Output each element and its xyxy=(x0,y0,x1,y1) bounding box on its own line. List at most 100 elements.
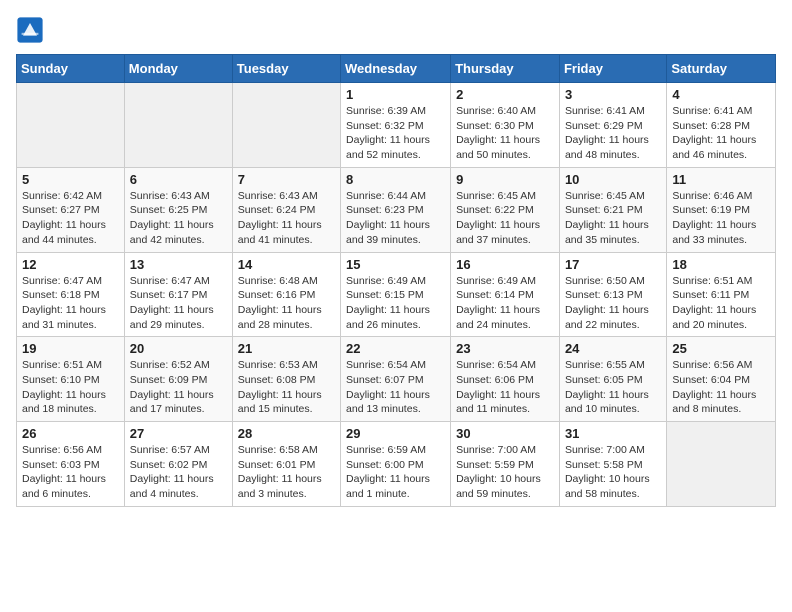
calendar-cell: 4 Sunrise: 6:41 AMSunset: 6:28 PMDaylight… xyxy=(667,83,776,168)
day-number: 18 xyxy=(672,257,770,272)
day-info: Sunrise: 6:40 AMSunset: 6:30 PMDaylight:… xyxy=(456,104,554,163)
weekday-header: Tuesday xyxy=(232,55,340,83)
calendar-cell xyxy=(124,83,232,168)
day-number: 19 xyxy=(22,341,119,356)
day-info: Sunrise: 6:54 AMSunset: 6:07 PMDaylight:… xyxy=(346,358,445,417)
day-info: Sunrise: 6:43 AMSunset: 6:25 PMDaylight:… xyxy=(130,189,227,248)
calendar-cell: 11 Sunrise: 6:46 AMSunset: 6:19 PMDayligh… xyxy=(667,167,776,252)
day-number: 28 xyxy=(238,426,335,441)
day-number: 15 xyxy=(346,257,445,272)
calendar-cell: 31 Sunrise: 7:00 AMSunset: 5:58 PMDayligh… xyxy=(559,422,666,507)
logo-icon xyxy=(16,16,44,44)
calendar-cell: 19Sunrise: 6:51 AMSunset: 6:10 PMDayligh… xyxy=(17,337,125,422)
day-info: Sunrise: 7:00 AMSunset: 5:58 PMDaylight:… xyxy=(565,443,661,502)
day-number: 20 xyxy=(130,341,227,356)
calendar-week-row: 12 Sunrise: 6:47 AMSunset: 6:18 PMDayligh… xyxy=(17,252,776,337)
day-number: 29 xyxy=(346,426,445,441)
calendar-week-row: 5 Sunrise: 6:42 AMSunset: 6:27 PMDaylight… xyxy=(17,167,776,252)
day-info: Sunrise: 6:45 AMSunset: 6:21 PMDaylight:… xyxy=(565,189,661,248)
day-number: 6 xyxy=(130,172,227,187)
day-info: Sunrise: 7:00 AMSunset: 5:59 PMDaylight:… xyxy=(456,443,554,502)
calendar-cell: 27 Sunrise: 6:57 AMSunset: 6:02 PMDayligh… xyxy=(124,422,232,507)
day-info: Sunrise: 6:44 AMSunset: 6:23 PMDaylight:… xyxy=(346,189,445,248)
weekday-header: Friday xyxy=(559,55,666,83)
calendar-week-row: 26 Sunrise: 6:56 AMSunset: 6:03 PMDayligh… xyxy=(17,422,776,507)
day-info: Sunrise: 6:41 AMSunset: 6:29 PMDaylight:… xyxy=(565,104,661,163)
calendar-cell: 23Sunrise: 6:54 AMSunset: 6:06 PMDayligh… xyxy=(451,337,560,422)
calendar-cell: 30 Sunrise: 7:00 AMSunset: 5:59 PMDayligh… xyxy=(451,422,560,507)
day-info: Sunrise: 6:39 AMSunset: 6:32 PMDaylight:… xyxy=(346,104,445,163)
day-number: 1 xyxy=(346,87,445,102)
calendar-cell: 25 Sunrise: 6:56 AMSunset: 6:04 PMDayligh… xyxy=(667,337,776,422)
day-number: 24 xyxy=(565,341,661,356)
calendar-week-row: 1 Sunrise: 6:39 AMSunset: 6:32 PMDaylight… xyxy=(17,83,776,168)
day-info: Sunrise: 6:49 AMSunset: 6:15 PMDaylight:… xyxy=(346,274,445,333)
day-number: 11 xyxy=(672,172,770,187)
calendar-cell: 3 Sunrise: 6:41 AMSunset: 6:29 PMDaylight… xyxy=(559,83,666,168)
calendar-cell xyxy=(232,83,340,168)
calendar-table: SundayMondayTuesdayWednesdayThursdayFrid… xyxy=(16,54,776,507)
day-number: 30 xyxy=(456,426,554,441)
day-info: Sunrise: 6:55 AMSunset: 6:05 PMDaylight:… xyxy=(565,358,661,417)
day-info: Sunrise: 6:57 AMSunset: 6:02 PMDaylight:… xyxy=(130,443,227,502)
day-number: 25 xyxy=(672,341,770,356)
day-number: 10 xyxy=(565,172,661,187)
day-info: Sunrise: 6:56 AMSunset: 6:03 PMDaylight:… xyxy=(22,443,119,502)
calendar-cell: 15 Sunrise: 6:49 AMSunset: 6:15 PMDayligh… xyxy=(341,252,451,337)
day-info: Sunrise: 6:56 AMSunset: 6:04 PMDaylight:… xyxy=(672,358,770,417)
calendar-week-row: 19Sunrise: 6:51 AMSunset: 6:10 PMDayligh… xyxy=(17,337,776,422)
logo xyxy=(16,16,48,44)
calendar-cell: 28 Sunrise: 6:58 AMSunset: 6:01 PMDayligh… xyxy=(232,422,340,507)
weekday-header: Monday xyxy=(124,55,232,83)
calendar-cell: 8 Sunrise: 6:44 AMSunset: 6:23 PMDaylight… xyxy=(341,167,451,252)
calendar-header-row: SundayMondayTuesdayWednesdayThursdayFrid… xyxy=(17,55,776,83)
weekday-header: Saturday xyxy=(667,55,776,83)
calendar-cell: 16Sunrise: 6:49 AMSunset: 6:14 PMDayligh… xyxy=(451,252,560,337)
day-number: 7 xyxy=(238,172,335,187)
day-info: Sunrise: 6:59 AMSunset: 6:00 PMDaylight:… xyxy=(346,443,445,502)
calendar-cell: 22 Sunrise: 6:54 AMSunset: 6:07 PMDayligh… xyxy=(341,337,451,422)
calendar-cell: 18 Sunrise: 6:51 AMSunset: 6:11 PMDayligh… xyxy=(667,252,776,337)
calendar-cell: 6 Sunrise: 6:43 AMSunset: 6:25 PMDaylight… xyxy=(124,167,232,252)
day-number: 21 xyxy=(238,341,335,356)
day-number: 5 xyxy=(22,172,119,187)
day-number: 23 xyxy=(456,341,554,356)
day-number: 14 xyxy=(238,257,335,272)
weekday-header: Thursday xyxy=(451,55,560,83)
calendar-cell: 2 Sunrise: 6:40 AMSunset: 6:30 PMDaylight… xyxy=(451,83,560,168)
day-number: 12 xyxy=(22,257,119,272)
day-number: 2 xyxy=(456,87,554,102)
calendar-cell: 10 Sunrise: 6:45 AMSunset: 6:21 PMDayligh… xyxy=(559,167,666,252)
day-number: 9 xyxy=(456,172,554,187)
calendar-cell: 14 Sunrise: 6:48 AMSunset: 6:16 PMDayligh… xyxy=(232,252,340,337)
day-number: 31 xyxy=(565,426,661,441)
weekday-header: Wednesday xyxy=(341,55,451,83)
calendar-cell: 9 Sunrise: 6:45 AMSunset: 6:22 PMDaylight… xyxy=(451,167,560,252)
day-number: 4 xyxy=(672,87,770,102)
day-info: Sunrise: 6:48 AMSunset: 6:16 PMDaylight:… xyxy=(238,274,335,333)
day-number: 8 xyxy=(346,172,445,187)
calendar-cell xyxy=(667,422,776,507)
day-info: Sunrise: 6:46 AMSunset: 6:19 PMDaylight:… xyxy=(672,189,770,248)
day-number: 22 xyxy=(346,341,445,356)
day-info: Sunrise: 6:49 AMSunset: 6:14 PMDaylight:… xyxy=(456,274,554,333)
day-info: Sunrise: 6:58 AMSunset: 6:01 PMDaylight:… xyxy=(238,443,335,502)
calendar-cell: 20Sunrise: 6:52 AMSunset: 6:09 PMDayligh… xyxy=(124,337,232,422)
day-info: Sunrise: 6:43 AMSunset: 6:24 PMDaylight:… xyxy=(238,189,335,248)
day-info: Sunrise: 6:45 AMSunset: 6:22 PMDaylight:… xyxy=(456,189,554,248)
calendar-cell: 7 Sunrise: 6:43 AMSunset: 6:24 PMDaylight… xyxy=(232,167,340,252)
day-number: 27 xyxy=(130,426,227,441)
day-info: Sunrise: 6:41 AMSunset: 6:28 PMDaylight:… xyxy=(672,104,770,163)
day-info: Sunrise: 6:47 AMSunset: 6:18 PMDaylight:… xyxy=(22,274,119,333)
day-number: 26 xyxy=(22,426,119,441)
calendar-cell: 1 Sunrise: 6:39 AMSunset: 6:32 PMDaylight… xyxy=(341,83,451,168)
day-info: Sunrise: 6:50 AMSunset: 6:13 PMDaylight:… xyxy=(565,274,661,333)
day-info: Sunrise: 6:53 AMSunset: 6:08 PMDaylight:… xyxy=(238,358,335,417)
calendar-cell: 17Sunrise: 6:50 AMSunset: 6:13 PMDayligh… xyxy=(559,252,666,337)
day-number: 3 xyxy=(565,87,661,102)
day-info: Sunrise: 6:42 AMSunset: 6:27 PMDaylight:… xyxy=(22,189,119,248)
weekday-header: Sunday xyxy=(17,55,125,83)
calendar-cell: 13Sunrise: 6:47 AMSunset: 6:17 PMDayligh… xyxy=(124,252,232,337)
day-info: Sunrise: 6:51 AMSunset: 6:11 PMDaylight:… xyxy=(672,274,770,333)
calendar-cell: 29 Sunrise: 6:59 AMSunset: 6:00 PMDayligh… xyxy=(341,422,451,507)
